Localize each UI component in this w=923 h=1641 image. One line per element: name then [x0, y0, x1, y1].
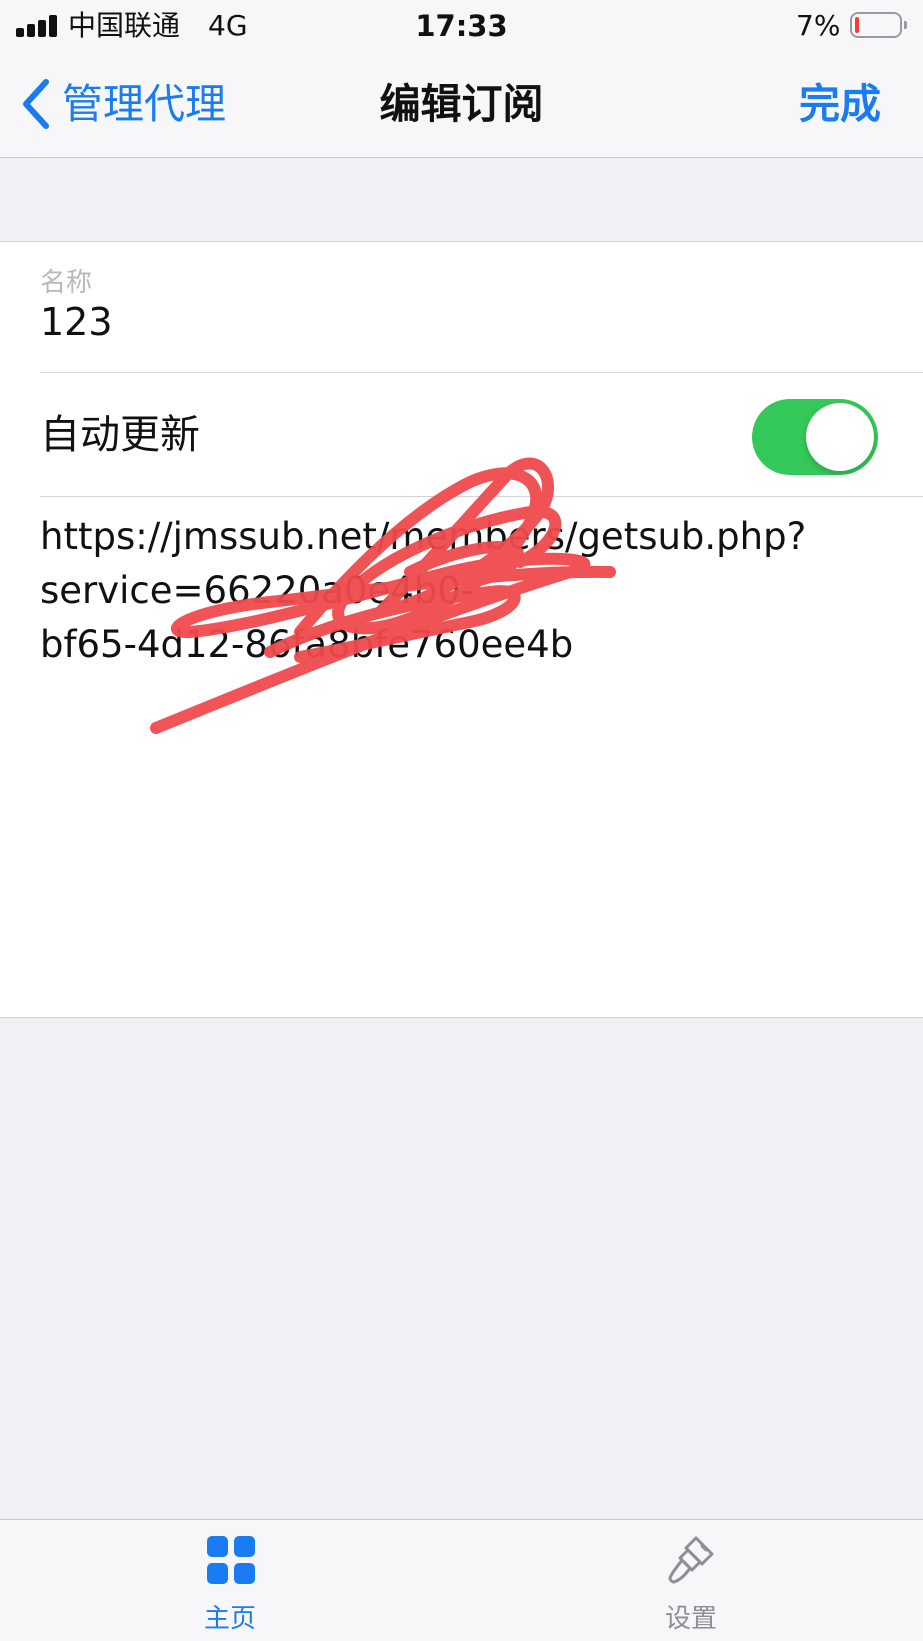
subscription-url-field[interactable]: https://jmssub.net/members/getsub.php? s…: [40, 510, 890, 672]
subscription-form: 名称 123 自动更新 https://jmssub.net/members/g…: [0, 241, 923, 1018]
navigation-bar: 管理代理 编辑订阅 完成: [0, 52, 923, 158]
name-field-label: 名称: [40, 268, 93, 298]
status-bar: 中国联通 4G 17:33 7%: [0, 0, 923, 52]
status-time: 17:33: [415, 9, 508, 43]
auto-update-label: 自动更新: [40, 412, 200, 458]
toggle-knob: [806, 403, 874, 471]
tab-bar: 主页 设置: [0, 1519, 923, 1641]
grid-icon: [207, 1536, 255, 1584]
tab-settings[interactable]: 设置: [591, 1534, 791, 1638]
tab-home[interactable]: 主页: [130, 1534, 330, 1638]
auto-update-row: 自动更新: [0, 373, 923, 496]
tab-home-label: 主页: [203, 1604, 256, 1634]
brush-icon: [668, 1536, 714, 1584]
auto-update-toggle[interactable]: [752, 399, 878, 475]
battery-icon: [850, 12, 907, 38]
name-field[interactable]: 名称 123: [0, 242, 923, 372]
battery-level: [855, 17, 859, 33]
name-field-value[interactable]: 123: [40, 298, 113, 346]
tab-settings-label: 设置: [664, 1604, 717, 1634]
battery-percent: 7%: [796, 9, 841, 42]
done-button[interactable]: 完成: [799, 74, 881, 134]
row-divider: [40, 496, 923, 497]
page-title: 编辑订阅: [379, 80, 544, 128]
